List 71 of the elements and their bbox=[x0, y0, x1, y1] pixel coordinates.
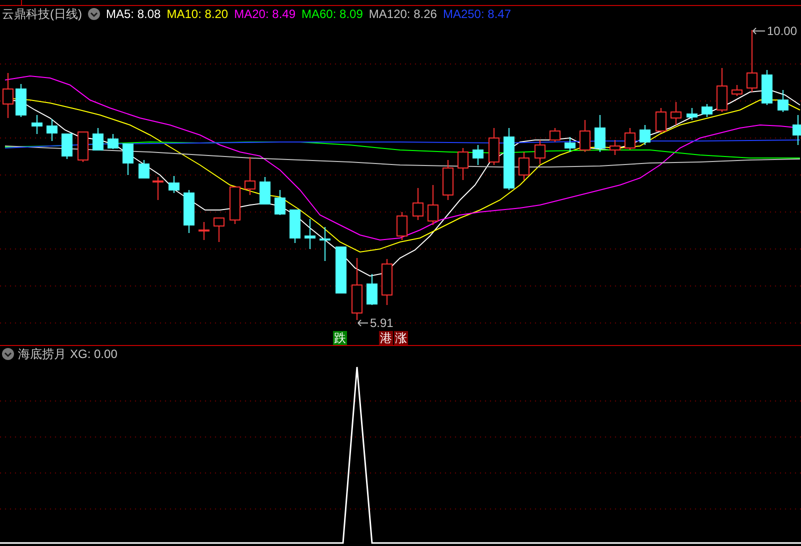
candlestick bbox=[260, 176, 270, 204]
signal-tag: 涨 bbox=[394, 331, 408, 345]
candlestick bbox=[550, 128, 560, 142]
candlestick bbox=[746, 30, 758, 92]
candlestick bbox=[184, 190, 194, 234]
candlestick bbox=[138, 160, 150, 178]
candlestick bbox=[702, 104, 712, 118]
candlestick bbox=[624, 128, 636, 150]
candlestick bbox=[32, 114, 42, 134]
pointer-arrow-icon bbox=[357, 319, 369, 327]
candlestick bbox=[152, 176, 164, 200]
candlestick bbox=[214, 218, 224, 242]
signal-tag: 港 bbox=[379, 331, 393, 345]
candlestick bbox=[78, 132, 88, 162]
candlestick bbox=[716, 68, 728, 112]
candlestick bbox=[122, 144, 134, 176]
candlestick bbox=[230, 186, 240, 224]
indicator-name: 海底捞月 bbox=[18, 348, 66, 360]
candlestick bbox=[304, 218, 316, 250]
candlestick bbox=[564, 136, 576, 152]
candlestick bbox=[352, 258, 362, 320]
candlestick bbox=[504, 128, 514, 190]
candlestick bbox=[428, 184, 438, 226]
candlestick bbox=[580, 120, 590, 152]
candlestick bbox=[366, 274, 378, 306]
candlestick bbox=[534, 140, 546, 164]
candlestick bbox=[594, 114, 606, 152]
candlestick bbox=[290, 210, 300, 244]
candlestick bbox=[382, 258, 392, 306]
moving-average-reading: MA120: 8.26 bbox=[368, 8, 437, 20]
candlestick bbox=[488, 128, 500, 166]
chart-title: 云鼎科技(日线) bbox=[2, 8, 82, 20]
moving-average-reading: MA250: 8.47 bbox=[442, 8, 512, 20]
candlestick bbox=[732, 84, 742, 96]
candlestick bbox=[2, 72, 14, 118]
candlestick bbox=[198, 222, 210, 240]
indicator-reading: XG: 0.00 bbox=[70, 348, 118, 360]
signal-tag: 跌 bbox=[333, 331, 347, 345]
candlestick bbox=[610, 140, 620, 156]
candlestick bbox=[778, 90, 788, 112]
candlestick bbox=[168, 176, 180, 194]
candlestick bbox=[244, 156, 256, 196]
candlestick bbox=[670, 102, 682, 126]
candlestick bbox=[518, 152, 530, 180]
candlestick bbox=[686, 108, 698, 120]
dropdown-icon[interactable] bbox=[2, 348, 14, 360]
candlestick bbox=[274, 190, 286, 216]
dropdown-icon[interactable] bbox=[88, 8, 100, 20]
candlestick bbox=[396, 212, 408, 240]
low-price-label: 5.91 bbox=[370, 317, 394, 329]
candlestick bbox=[92, 128, 104, 150]
moving-average-reading: MA10: 8.20 bbox=[166, 8, 228, 20]
pointer-arrow-icon bbox=[752, 27, 766, 35]
candlestick bbox=[336, 246, 346, 294]
high-price-label: 10.00 bbox=[767, 25, 798, 37]
candlestick bbox=[458, 148, 468, 180]
candlestick bbox=[412, 188, 424, 220]
candlestick bbox=[46, 118, 58, 142]
candlestick bbox=[762, 70, 772, 106]
moving-average-reading: MA5: 8.08 bbox=[106, 8, 161, 20]
candlestick bbox=[792, 114, 801, 146]
candlestick bbox=[442, 160, 454, 200]
candlestick bbox=[472, 144, 484, 166]
candlestick bbox=[640, 124, 650, 146]
candlestick bbox=[656, 108, 666, 134]
candlestick bbox=[108, 134, 118, 150]
candlestick bbox=[320, 226, 330, 262]
moving-average-reading: MA60: 8.09 bbox=[302, 8, 363, 20]
moving-average-reading: MA20: 8.49 bbox=[234, 8, 296, 20]
candlestick bbox=[16, 84, 26, 118]
candlestick bbox=[62, 134, 72, 160]
